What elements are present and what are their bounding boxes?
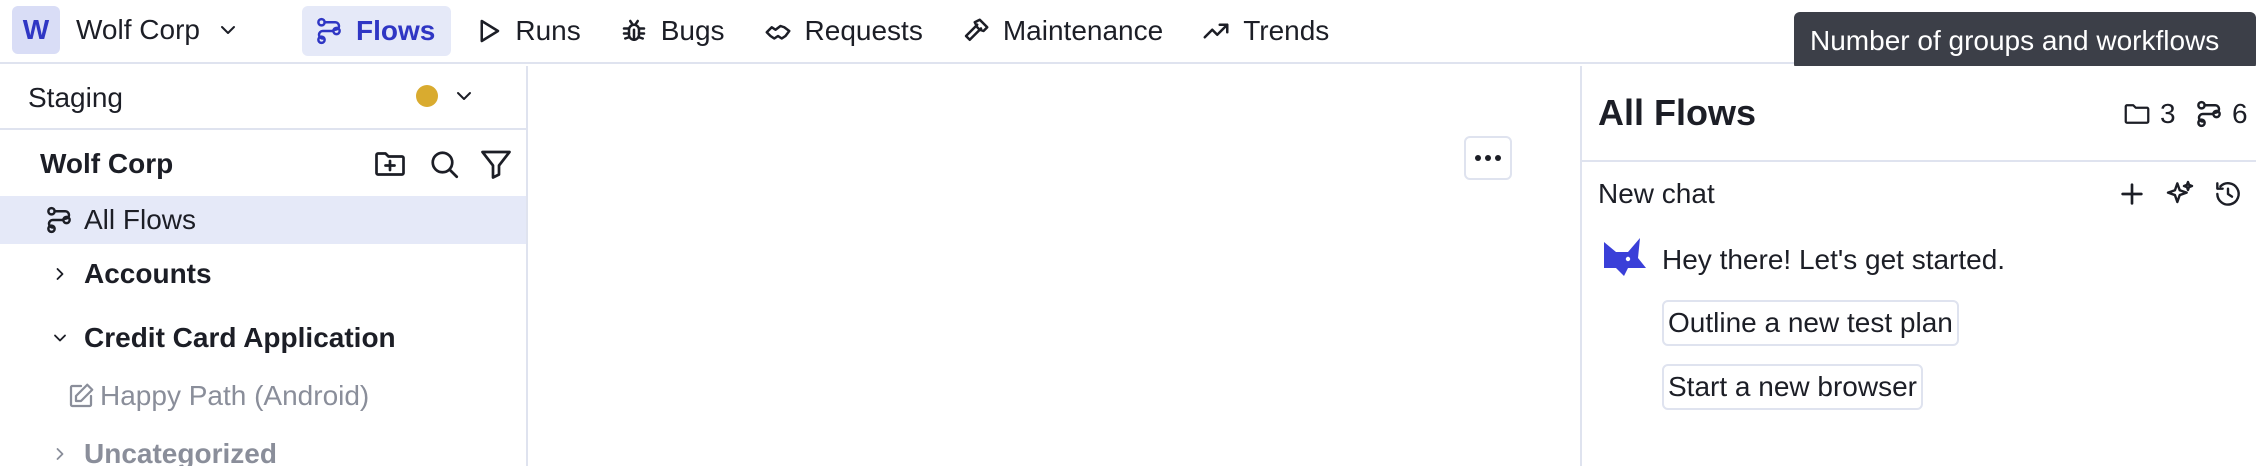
nav-tab-label: Maintenance [1002,15,1164,46]
search-icon[interactable] [426,146,462,182]
workflow-count[interactable]: 6 [2194,98,2248,130]
tree-group-credit-card-application[interactable]: Credit Card Application [0,314,526,362]
tree-group-label: Credit Card Application [84,322,396,353]
flows-sidebar: Staging Wolf Corp All Flows Accounts Cre… [0,66,528,466]
handshake-icon [765,24,791,40]
environment-status-dot [416,85,438,107]
tree-item-all-flows[interactable]: All Flows [0,196,526,244]
suggestion-outline-test-plan[interactable]: Outline a new test plan [1662,300,1959,346]
history-icon[interactable] [2212,178,2244,210]
trend-icon [1203,23,1229,39]
nav-tab-label: Bugs [660,15,725,46]
details-panel: All Flows 3 6 New chat Hey there! Let's … [1580,66,2256,466]
tree-group-label: Uncategorized [84,438,277,466]
flow-canvas [530,66,1580,466]
group-count-value: 3 [2160,98,2176,129]
flows-icon [2197,100,2221,128]
plus-icon[interactable] [2116,178,2148,210]
tree-item-label: Happy Path (Android) [100,380,370,411]
nav-tab-label: Runs [515,15,581,46]
panel-title: All Flows [1598,92,1757,133]
tooltip: Number of groups and workflows [1794,12,2256,70]
nav-tab-trends[interactable]: Trends [1189,6,1345,56]
org-avatar: W [12,6,60,54]
nav-tab-requests[interactable]: Requests [751,6,939,56]
flows-icon [47,206,71,234]
bug-icon [622,19,645,41]
chat-title: New chat [1598,178,1715,209]
group-count[interactable]: 3 [2122,98,2176,130]
filter-icon[interactable] [478,146,514,182]
play-icon [480,19,500,43]
org-name: Wolf Corp [76,14,200,45]
folder-icon [2124,104,2150,124]
chevron-right-icon [56,268,64,280]
environment-label: Staging [28,82,123,113]
chevron-down-icon [54,334,66,342]
org-switcher[interactable]: W Wolf Corp [12,5,240,55]
main-nav: Flows Runs Bugs Requests Maintenance Tre… [302,6,1355,56]
nav-tab-bugs[interactable]: Bugs [607,6,741,56]
suggestion-start-browser[interactable]: Start a new browser [1662,364,1923,410]
workspace-header: Wolf Corp [0,132,526,196]
nav-tab-label: Requests [804,15,923,46]
environment-selector[interactable]: Staging [0,66,526,130]
hammer-icon [964,18,989,41]
edit-icon [69,383,94,408]
nav-tab-runs[interactable]: Runs [461,6,596,56]
nav-tab-maintenance[interactable]: Maintenance [949,6,1179,56]
nav-tab-flows[interactable]: Flows [302,6,452,56]
more-options-button[interactable] [1464,136,1512,180]
more-horizontal-icon [1475,155,1501,161]
tree-item-label: All Flows [84,204,197,235]
chevron-right-icon [56,448,64,460]
new-folder-icon[interactable] [372,146,408,182]
tree-item-happy-path-android[interactable]: Happy Path (Android) [0,372,526,420]
tree-group-uncategorized[interactable]: Uncategorized [0,430,526,466]
wolf-assistant-avatar-icon [1604,238,1646,276]
workspace-title: Wolf Corp [40,148,174,179]
panel-header: All Flows 3 6 [1582,66,2256,162]
assistant-message: Hey there! Let's get started. [1662,244,2006,275]
nav-tab-label: Flows [356,15,436,46]
chevron-down-icon [220,26,235,34]
flows-icon [317,17,341,45]
tree-group-label: Accounts [84,258,212,289]
chevron-down-icon [457,92,471,100]
nav-tab-label: Trends [1243,15,1330,46]
tree-group-accounts[interactable]: Accounts [0,250,526,298]
workflow-count-value: 6 [2232,98,2248,129]
sparkles-icon[interactable] [2164,178,2196,210]
